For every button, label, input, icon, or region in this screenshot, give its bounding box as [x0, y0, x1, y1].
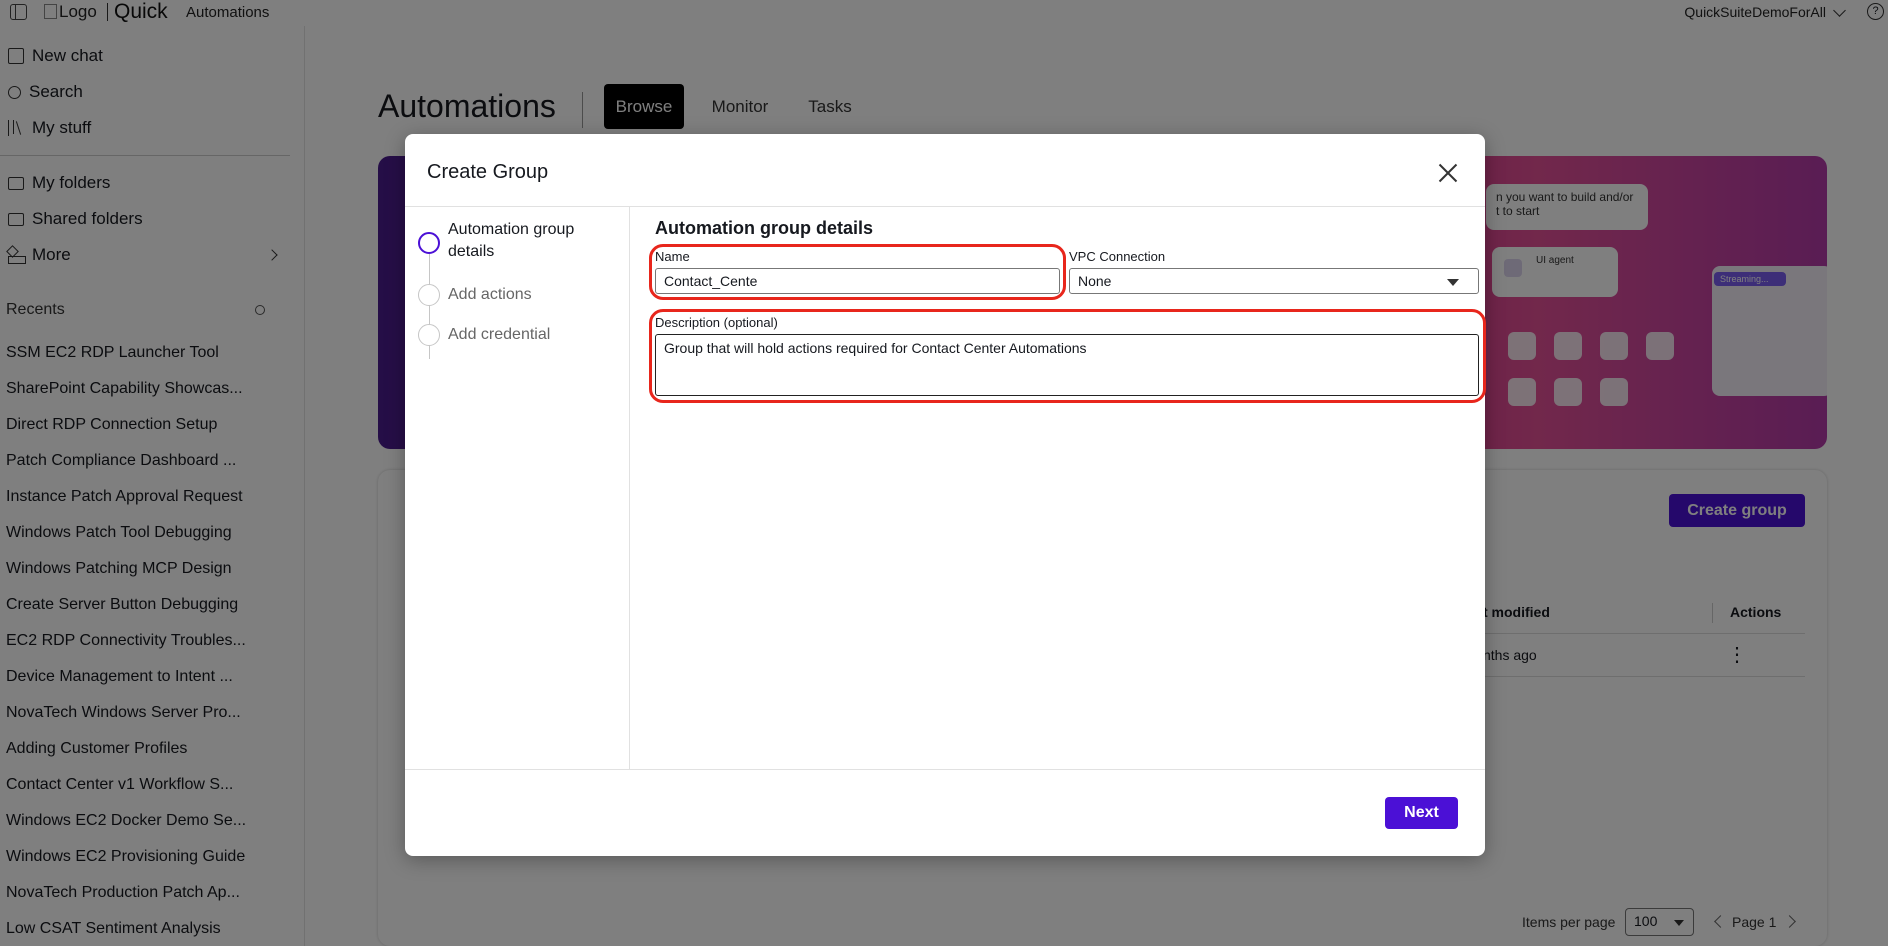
- dialog-steps-divider: [629, 206, 630, 769]
- caret-down-icon[interactable]: [1447, 279, 1459, 286]
- vpc-connection-select[interactable]: None: [1069, 268, 1479, 294]
- create-group-dialog: Create Group Automation group details Ad…: [405, 134, 1486, 856]
- dialog-title: Create Group: [427, 161, 549, 183]
- vpc-connection-value: None: [1078, 273, 1112, 289]
- name-highlight-annotation: [649, 244, 1066, 300]
- step-indicator-active: [418, 232, 440, 254]
- next-button[interactable]: Next: [1385, 797, 1458, 829]
- dialog-header-divider: [405, 206, 1485, 207]
- step-automation-group-details[interactable]: Automation group details: [448, 219, 608, 263]
- step-indicator: [418, 284, 440, 306]
- step-indicator: [418, 324, 440, 346]
- section-title: Automation group details: [655, 218, 873, 238]
- description-highlight-annotation: [649, 309, 1486, 403]
- vpc-connection-label: VPC Connection: [1069, 249, 1166, 264]
- close-icon[interactable]: [1437, 162, 1459, 184]
- step-add-credential[interactable]: Add credential: [448, 324, 550, 346]
- dialog-footer-divider: [405, 769, 1485, 770]
- step-add-actions[interactable]: Add actions: [448, 284, 532, 306]
